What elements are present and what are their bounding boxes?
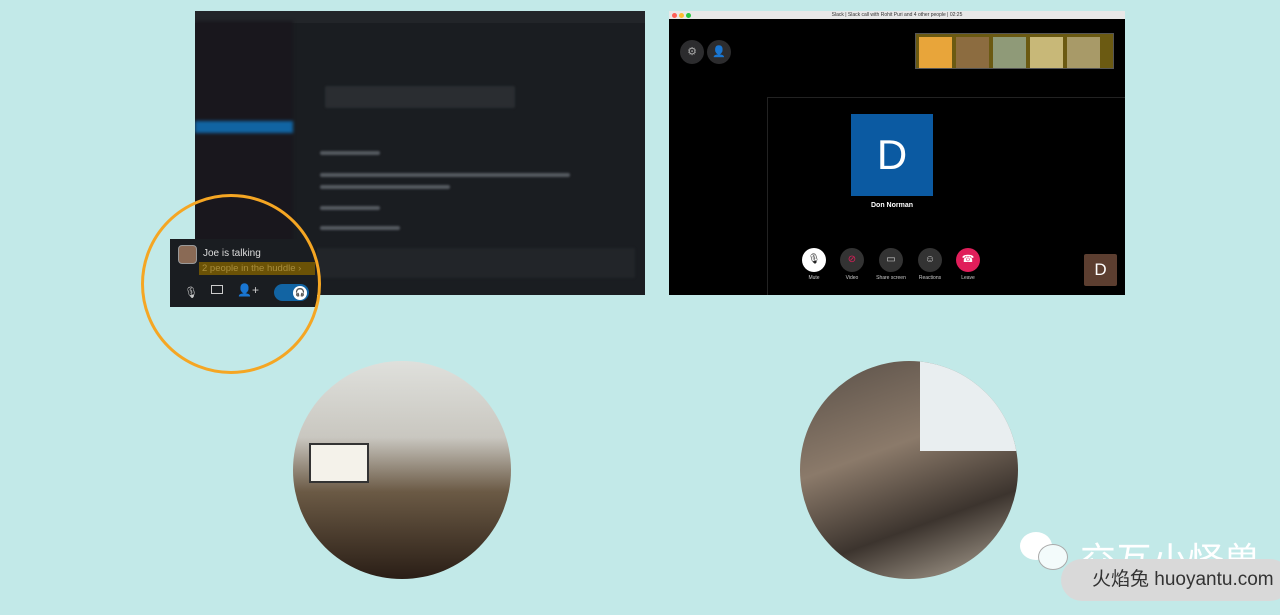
participant-tile[interactable]: [1067, 37, 1100, 68]
leave-label: Leave: [961, 275, 975, 281]
self-avatar: D: [1084, 254, 1117, 286]
hang-up-icon: ☎: [956, 248, 980, 272]
watermark-site-text: 火焰兔 huoyantu.com: [1092, 569, 1274, 590]
mute-label: Mute: [808, 275, 820, 281]
watermark-site: 火焰兔 huoyantu.com: [1061, 559, 1280, 601]
participant-tile[interactable]: [956, 37, 989, 68]
highlight-circle: [141, 194, 321, 374]
slack-call-window: Slack | Slack call with Rohit Puri and 4…: [669, 11, 1125, 295]
participant-tile[interactable]: [1030, 37, 1063, 68]
settings-icon[interactable]: ⚙: [680, 40, 704, 64]
participant-name: Don Norman: [871, 202, 913, 209]
share-screen-button[interactable]: ▭ Share screen: [871, 248, 911, 281]
maximize-button[interactable]: [686, 13, 691, 18]
participant-avatar: D: [851, 114, 933, 196]
video-label: Video: [845, 275, 859, 281]
video-off-icon: ⊘: [840, 248, 864, 272]
close-button[interactable]: [672, 13, 677, 18]
reactions-button[interactable]: ☺ Reactions: [910, 248, 950, 281]
participant-tile[interactable]: [919, 37, 952, 68]
lecture-hall-photo: [293, 361, 511, 579]
video-button[interactable]: ⊘ Video: [832, 248, 872, 281]
add-person-icon[interactable]: 👤: [707, 40, 731, 64]
microphone-icon: 🎙: [802, 248, 826, 272]
window-title: Slack | Slack call with Rohit Puri and 4…: [669, 11, 1125, 19]
minimize-button[interactable]: [679, 13, 684, 18]
smiley-icon: ☺: [918, 248, 942, 272]
participant-tile[interactable]: [993, 37, 1026, 68]
leave-button[interactable]: ☎ Leave: [948, 248, 988, 281]
share-label: Share screen: [876, 275, 906, 281]
reactions-label: Reactions: [918, 275, 942, 281]
share-screen-icon: ▭: [879, 248, 903, 272]
mute-button[interactable]: 🎙 Mute: [794, 248, 834, 281]
classroom-photo: [800, 361, 1018, 579]
